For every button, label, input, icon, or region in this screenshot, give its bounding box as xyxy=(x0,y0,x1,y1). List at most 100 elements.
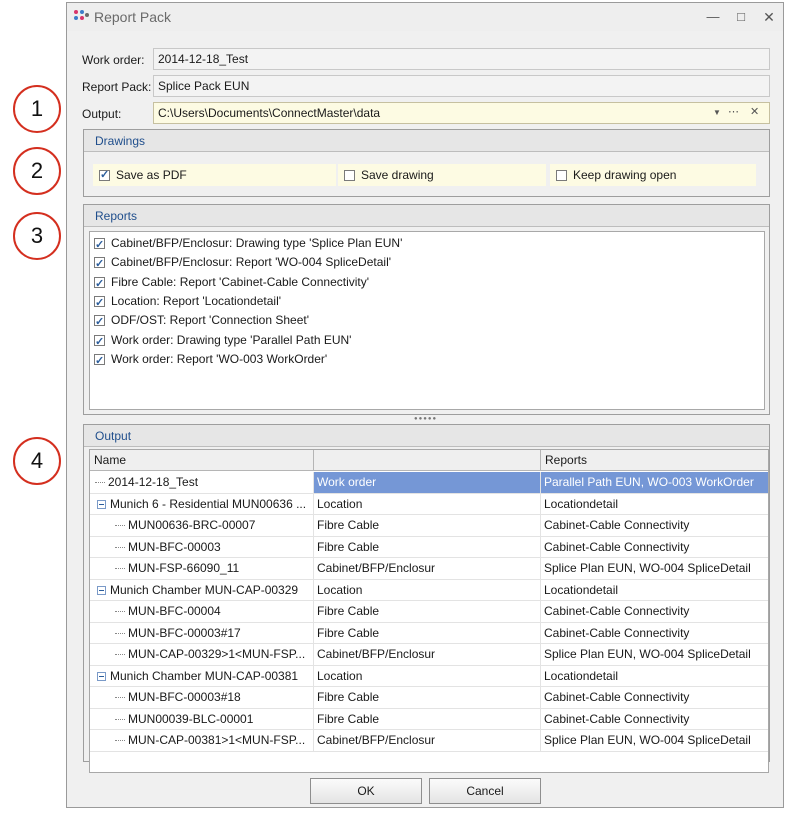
tree-connector xyxy=(115,568,125,570)
tree-row-name-cell[interactable]: Munich 6 - Residential MUN00636 ... xyxy=(90,493,314,515)
clear-icon[interactable]: ✕ xyxy=(750,105,759,118)
tree-row-type-cell[interactable]: Location xyxy=(314,665,541,687)
save-as-pdf-checkbox[interactable]: Save as PDF xyxy=(93,164,336,186)
tree-row-type-cell[interactable]: Fibre Cable xyxy=(314,687,541,709)
tree-row-type-cell[interactable]: Work order xyxy=(314,472,541,494)
report-item[interactable]: Work order: Report 'WO-003 WorkOrder' xyxy=(94,350,327,370)
report-item[interactable]: Cabinet/BFP/Enclosur: Report 'WO-004 Spl… xyxy=(94,253,391,273)
tree-row-reports-cell[interactable]: Cabinet-Cable Connectivity xyxy=(541,537,768,558)
tree-row-reports-cell[interactable]: Cabinet-Cable Connectivity xyxy=(541,601,768,623)
save-drawing-checkbox[interactable]: Save drawing xyxy=(338,164,546,186)
checkbox-checked-icon[interactable] xyxy=(94,294,105,312)
tree-row[interactable]: Munich Chamber MUN-CAP-00329 Location Loca… xyxy=(90,579,768,601)
tree-row[interactable]: MUN-FSP-66090_11 Cabinet/BFP/Enclosur Spli… xyxy=(90,558,768,580)
checkbox-checked-icon[interactable] xyxy=(94,275,105,293)
tree-row-reports-cell[interactable]: Splice Plan EUN, WO-004 SpliceDetail xyxy=(541,558,768,580)
tree-row[interactable]: MUN-BFC-00003 Fibre Cable Cabinet-Cable Co… xyxy=(90,536,768,558)
report-pack-label: Report Pack: xyxy=(82,80,152,94)
tree-row-name-cell[interactable]: MUN-CAP-00381>1<MUN-FSP... xyxy=(90,730,314,752)
checkbox-checked-icon[interactable] xyxy=(94,236,105,254)
save-as-pdf-label: Save as PDF xyxy=(116,168,187,182)
tree-row-type-cell[interactable]: Fibre Cable xyxy=(314,601,541,623)
column-header-reports[interactable]: Reports xyxy=(541,450,768,471)
title-bar[interactable]: Report Pack — □ ✕ xyxy=(67,3,783,31)
tree-row-reports-cell[interactable]: Splice Plan EUN, WO-004 SpliceDetail xyxy=(541,644,768,666)
checkbox-unchecked-icon[interactable] xyxy=(556,170,567,181)
tree-row[interactable]: MUN-CAP-00381>1<MUN-FSP... Cabinet/BFP/En… xyxy=(90,730,768,752)
tree-row-name-cell[interactable]: MUN-BFC-00003 xyxy=(90,536,314,558)
tree-row-type-cell[interactable]: Fibre Cable xyxy=(314,622,541,644)
tree-row-reports-cell[interactable]: Splice Plan EUN, WO-004 SpliceDetail xyxy=(541,730,768,752)
column-header-type[interactable] xyxy=(314,450,541,471)
tree-row[interactable]: MUN-CAP-00329>1<MUN-FSP... Cabinet/BFP/En… xyxy=(90,644,768,666)
tree-row-type-cell[interactable]: Cabinet/BFP/Enclosur xyxy=(314,644,541,666)
tree-row[interactable]: MUN-BFC-00003#18 Fibre Cable Cabinet-Cable… xyxy=(90,687,768,709)
checkbox-checked-icon[interactable] xyxy=(99,168,110,181)
tree-row-reports-cell[interactable]: Locationdetail xyxy=(541,494,768,515)
tree-row-type-cell[interactable]: Fibre Cable xyxy=(314,536,541,558)
tree-row-name-cell[interactable]: MUN-FSP-66090_11 xyxy=(90,558,314,580)
tree-row-name: MUN00636-BRC-00007 xyxy=(128,518,256,532)
close-icon[interactable]: ✕ xyxy=(759,8,779,26)
column-header-name[interactable]: Name xyxy=(90,450,314,471)
tree-row-reports-cell[interactable]: Cabinet-Cable Connectivity xyxy=(541,687,768,709)
tree-row[interactable]: MUN00039-BLC-00001 Fibre Cable Cabinet-Cab… xyxy=(90,708,768,730)
collapse-toggle-icon[interactable] xyxy=(97,499,106,509)
report-item[interactable]: Location: Report 'Locationdetail' xyxy=(94,292,281,312)
checkbox-checked-icon[interactable] xyxy=(94,352,105,370)
report-item[interactable]: Work order: Drawing type 'Parallel Path … xyxy=(94,331,351,351)
tree-row-name-cell[interactable]: MUN-CAP-00329>1<MUN-FSP... xyxy=(90,644,314,666)
keep-drawing-open-label: Keep drawing open xyxy=(573,168,677,182)
dropdown-arrow-icon[interactable]: ▼ xyxy=(713,108,721,117)
tree-row[interactable]: MUN00636-BRC-00007 Fibre Cable Cabinet-Cab… xyxy=(90,515,768,537)
tree-row-name-cell[interactable]: 2014-12-18_Test xyxy=(90,472,314,494)
tree-row-type-cell[interactable]: Location xyxy=(314,493,541,515)
tree-row-name-cell[interactable]: Munich Chamber MUN-CAP-00329 xyxy=(90,579,314,601)
tree-row-type-cell[interactable]: Cabinet/BFP/Enclosur xyxy=(314,730,541,752)
tree-row-name-cell[interactable]: Munich Chamber MUN-CAP-00381 xyxy=(90,665,314,687)
tree-row-name-cell[interactable]: MUN-BFC-00003#18 xyxy=(90,687,314,709)
report-item[interactable]: Fibre Cable: Report 'Cabinet-Cable Conne… xyxy=(94,273,369,293)
report-item[interactable]: ODF/OST: Report 'Connection Sheet' xyxy=(94,311,309,331)
checkbox-checked-icon[interactable] xyxy=(94,255,105,273)
tree-row-reports-cell[interactable]: Locationdetail xyxy=(541,666,768,687)
tree-row-type-cell[interactable]: Cabinet/BFP/Enclosur xyxy=(314,558,541,580)
output-path-input[interactable]: C:\Users\Documents\ConnectMaster\data ▼ … xyxy=(153,102,770,124)
collapse-toggle-icon[interactable] xyxy=(97,671,106,681)
tree-row[interactable]: Munich Chamber MUN-CAP-00381 Location Loca… xyxy=(90,665,768,687)
checkbox-checked-icon[interactable] xyxy=(94,313,105,331)
tree-row-type-cell[interactable]: Location xyxy=(314,579,541,601)
tree-row-reports-cell[interactable]: Locationdetail xyxy=(541,580,768,601)
tree-row-name-cell[interactable]: MUN-BFC-00004 xyxy=(90,601,314,623)
tree-row-type-cell[interactable]: Fibre Cable xyxy=(314,515,541,537)
checkbox-checked-icon[interactable] xyxy=(94,333,105,351)
tree-row-reports-cell[interactable]: Cabinet-Cable Connectivity xyxy=(541,623,768,644)
tree-row[interactable]: Munich 6 - Residential MUN00636 ... Locat… xyxy=(90,493,768,515)
splitter-handle[interactable]: ●●●●● xyxy=(83,416,770,422)
report-item[interactable]: Cabinet/BFP/Enclosur: Drawing type 'Spli… xyxy=(94,234,402,254)
tree-row[interactable]: 2014-12-18_Test Work order Parallel Path E… xyxy=(90,472,768,494)
output-tree-grid[interactable]: Name Reports 2014-12-18_Test Work order Pa… xyxy=(89,449,769,773)
tree-connector xyxy=(115,740,125,742)
tree-row-reports-cell[interactable]: Cabinet-Cable Connectivity xyxy=(541,515,768,537)
checkbox-unchecked-icon[interactable] xyxy=(344,170,355,181)
browse-ellipsis-icon[interactable]: ⋯ xyxy=(728,105,739,118)
tree-row-name-cell[interactable]: MUN-BFC-00003#17 xyxy=(90,622,314,644)
minimize-icon[interactable]: — xyxy=(703,8,723,26)
maximize-icon[interactable]: □ xyxy=(731,8,751,26)
reports-group: Reports Cabinet/BFP/Enclosur: Drawing ty… xyxy=(83,204,770,415)
tree-row-reports-cell[interactable]: Cabinet-Cable Connectivity xyxy=(541,709,768,730)
reports-group-title: Reports xyxy=(95,209,138,223)
tree-row-name-cell[interactable]: MUN00039-BLC-00001 xyxy=(90,708,314,730)
keep-drawing-open-checkbox[interactable]: Keep drawing open xyxy=(550,164,756,186)
collapse-toggle-icon[interactable] xyxy=(97,585,106,595)
reports-checklist[interactable]: Cabinet/BFP/Enclosur: Drawing type 'Spli… xyxy=(89,231,765,410)
tree-row[interactable]: MUN-BFC-00003#17 Fibre Cable Cabinet-Cable… xyxy=(90,622,768,644)
window-title: Report Pack xyxy=(94,9,172,25)
ok-button[interactable]: OK xyxy=(310,778,422,804)
tree-row-name-cell[interactable]: MUN00636-BRC-00007 xyxy=(90,515,314,537)
tree-row-reports-cell[interactable]: Parallel Path EUN, WO-003 WorkOrder xyxy=(541,472,768,494)
tree-row-type-cell[interactable]: Fibre Cable xyxy=(314,708,541,730)
cancel-button[interactable]: Cancel xyxy=(429,778,541,804)
tree-row[interactable]: MUN-BFC-00004 Fibre Cable Cabinet-Cable Co… xyxy=(90,601,768,623)
